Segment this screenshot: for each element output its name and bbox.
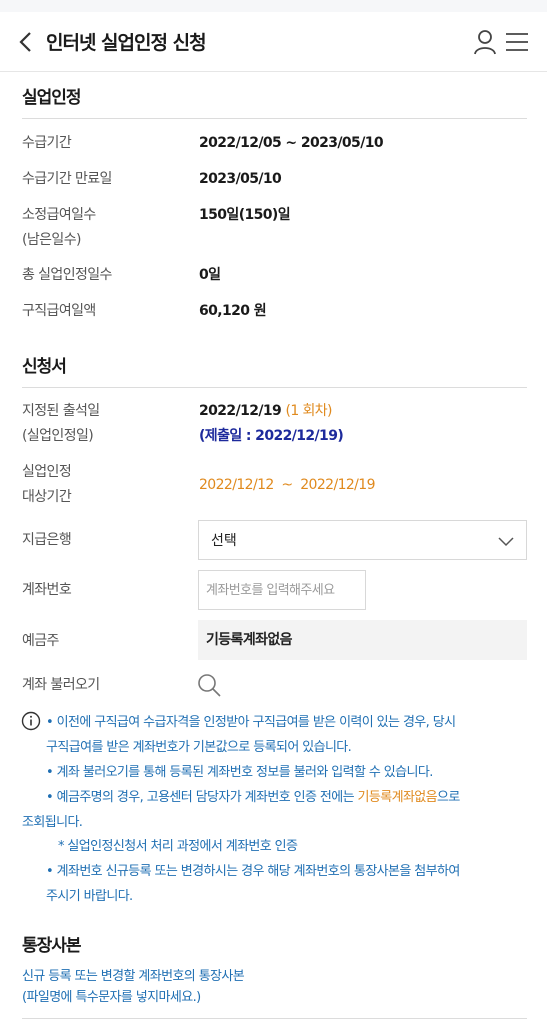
section-title-unemployment: 실업인정	[22, 88, 82, 108]
app-header: 인터넷 실업인정 신청	[0, 12, 547, 72]
value-benefit-period: 2022/12/05 ~ 2023/05/10	[199, 135, 384, 151]
label-total-days: 총 실업인정일수	[22, 267, 112, 283]
submit-date: (제출일 : 2022/12/19)	[199, 428, 344, 444]
label-benefit-expiry: 수급기간 만료일	[22, 171, 112, 187]
label-attend-date: 지정된 출석일	[22, 403, 100, 419]
account-holder-field: 기등록계좌없음	[198, 620, 527, 660]
value-daily-amount: 60,120 원	[199, 303, 267, 319]
label-remaining-days: (남은일수)	[22, 232, 81, 248]
label-attend-date-sub: (실업인정일)	[22, 428, 94, 444]
menu-button[interactable]	[504, 28, 530, 56]
note-line: • 계좌 불러오기를 통해 등록된 계좌번호 정보를 불러와 입력할 수 있습니…	[46, 765, 433, 780]
fetch-account-button[interactable]	[196, 672, 222, 698]
label-fetch-account: 계좌 불러오기	[22, 677, 100, 693]
label-holder: 예금주	[22, 633, 59, 649]
account-holder-value: 기등록계좌없음	[206, 632, 293, 648]
note-line: 조회됩니다.	[22, 815, 83, 830]
divider	[22, 387, 527, 388]
bank-select[interactable]: 선택	[198, 520, 527, 560]
label-benefit-days: 소정급여일수	[22, 207, 96, 223]
note-line: 구직급여를 받은 계좌번호가 기본값으로 등록되어 있습니다.	[46, 740, 352, 755]
bankbook-desc: 신규 등록 또는 변경할 계좌번호의 통장사본	[22, 969, 245, 984]
account-number-input[interactable]	[198, 570, 366, 610]
note-text: • 예금주명의 경우, 고용센터 담당자가 계좌번호 인증 전에는	[46, 790, 358, 805]
chevron-left-icon	[19, 32, 31, 52]
status-bar	[0, 0, 547, 12]
attend-count: (1 회차)	[285, 403, 332, 419]
label-account: 계좌번호	[22, 582, 72, 598]
value-benefit-days: 150일(150)일	[199, 207, 291, 223]
note-line: 주시기 바랍니다.	[46, 889, 133, 904]
user-button[interactable]	[472, 28, 498, 56]
page-title: 인터넷 실업인정 신청	[46, 32, 207, 54]
label-bank: 지급은행	[22, 532, 72, 548]
section-title-bankbook: 통장사본	[22, 936, 82, 956]
note-line: • 계좌번호 신규등록 또는 변경하시는 경우 해당 계좌번호의 통장사본을 첨…	[46, 864, 460, 879]
hamburger-menu-icon	[506, 33, 528, 51]
bank-select-value: 선택	[211, 533, 237, 549]
note-line: • 예금주명의 경우, 고용센터 담당자가 계좌번호 인증 전에는 기등록계좌없…	[46, 785, 460, 810]
section-title-application: 신청서	[22, 357, 67, 377]
value-total-days: 0일	[199, 267, 221, 283]
value-attend-date: 2022/12/19 (1 회차)	[199, 399, 333, 423]
note-highlight: 기등록계좌없음	[357, 790, 438, 805]
chevron-down-icon	[498, 537, 514, 547]
value-benefit-expiry: 2023/05/10	[199, 171, 282, 187]
bankbook-note: (파일명에 특수문자를 넣지마세요.)	[22, 990, 201, 1005]
note-line: * 실업인정신청서 처리 과정에서 계좌번호 인증	[58, 839, 298, 854]
divider	[22, 1018, 527, 1019]
label-daily-amount: 구직급여일액	[22, 303, 96, 319]
search-icon	[198, 674, 221, 697]
user-icon	[474, 30, 496, 55]
label-target-period: 실업인정	[22, 464, 72, 480]
divider	[22, 118, 527, 119]
label-benefit-period: 수급기간	[22, 135, 72, 151]
value-target-period: 2022/12/12 ~ 2022/12/19	[199, 477, 376, 493]
attend-date: 2022/12/19	[199, 403, 282, 419]
back-button[interactable]	[12, 26, 40, 58]
label-target-period-sub: 대상기간	[22, 489, 72, 505]
note-text: 으로	[437, 790, 460, 805]
info-icon	[21, 711, 41, 731]
note-line: • 이전에 구직급여 수급자격을 인정받아 구직급여를 받은 이력이 있는 경우…	[46, 715, 456, 730]
